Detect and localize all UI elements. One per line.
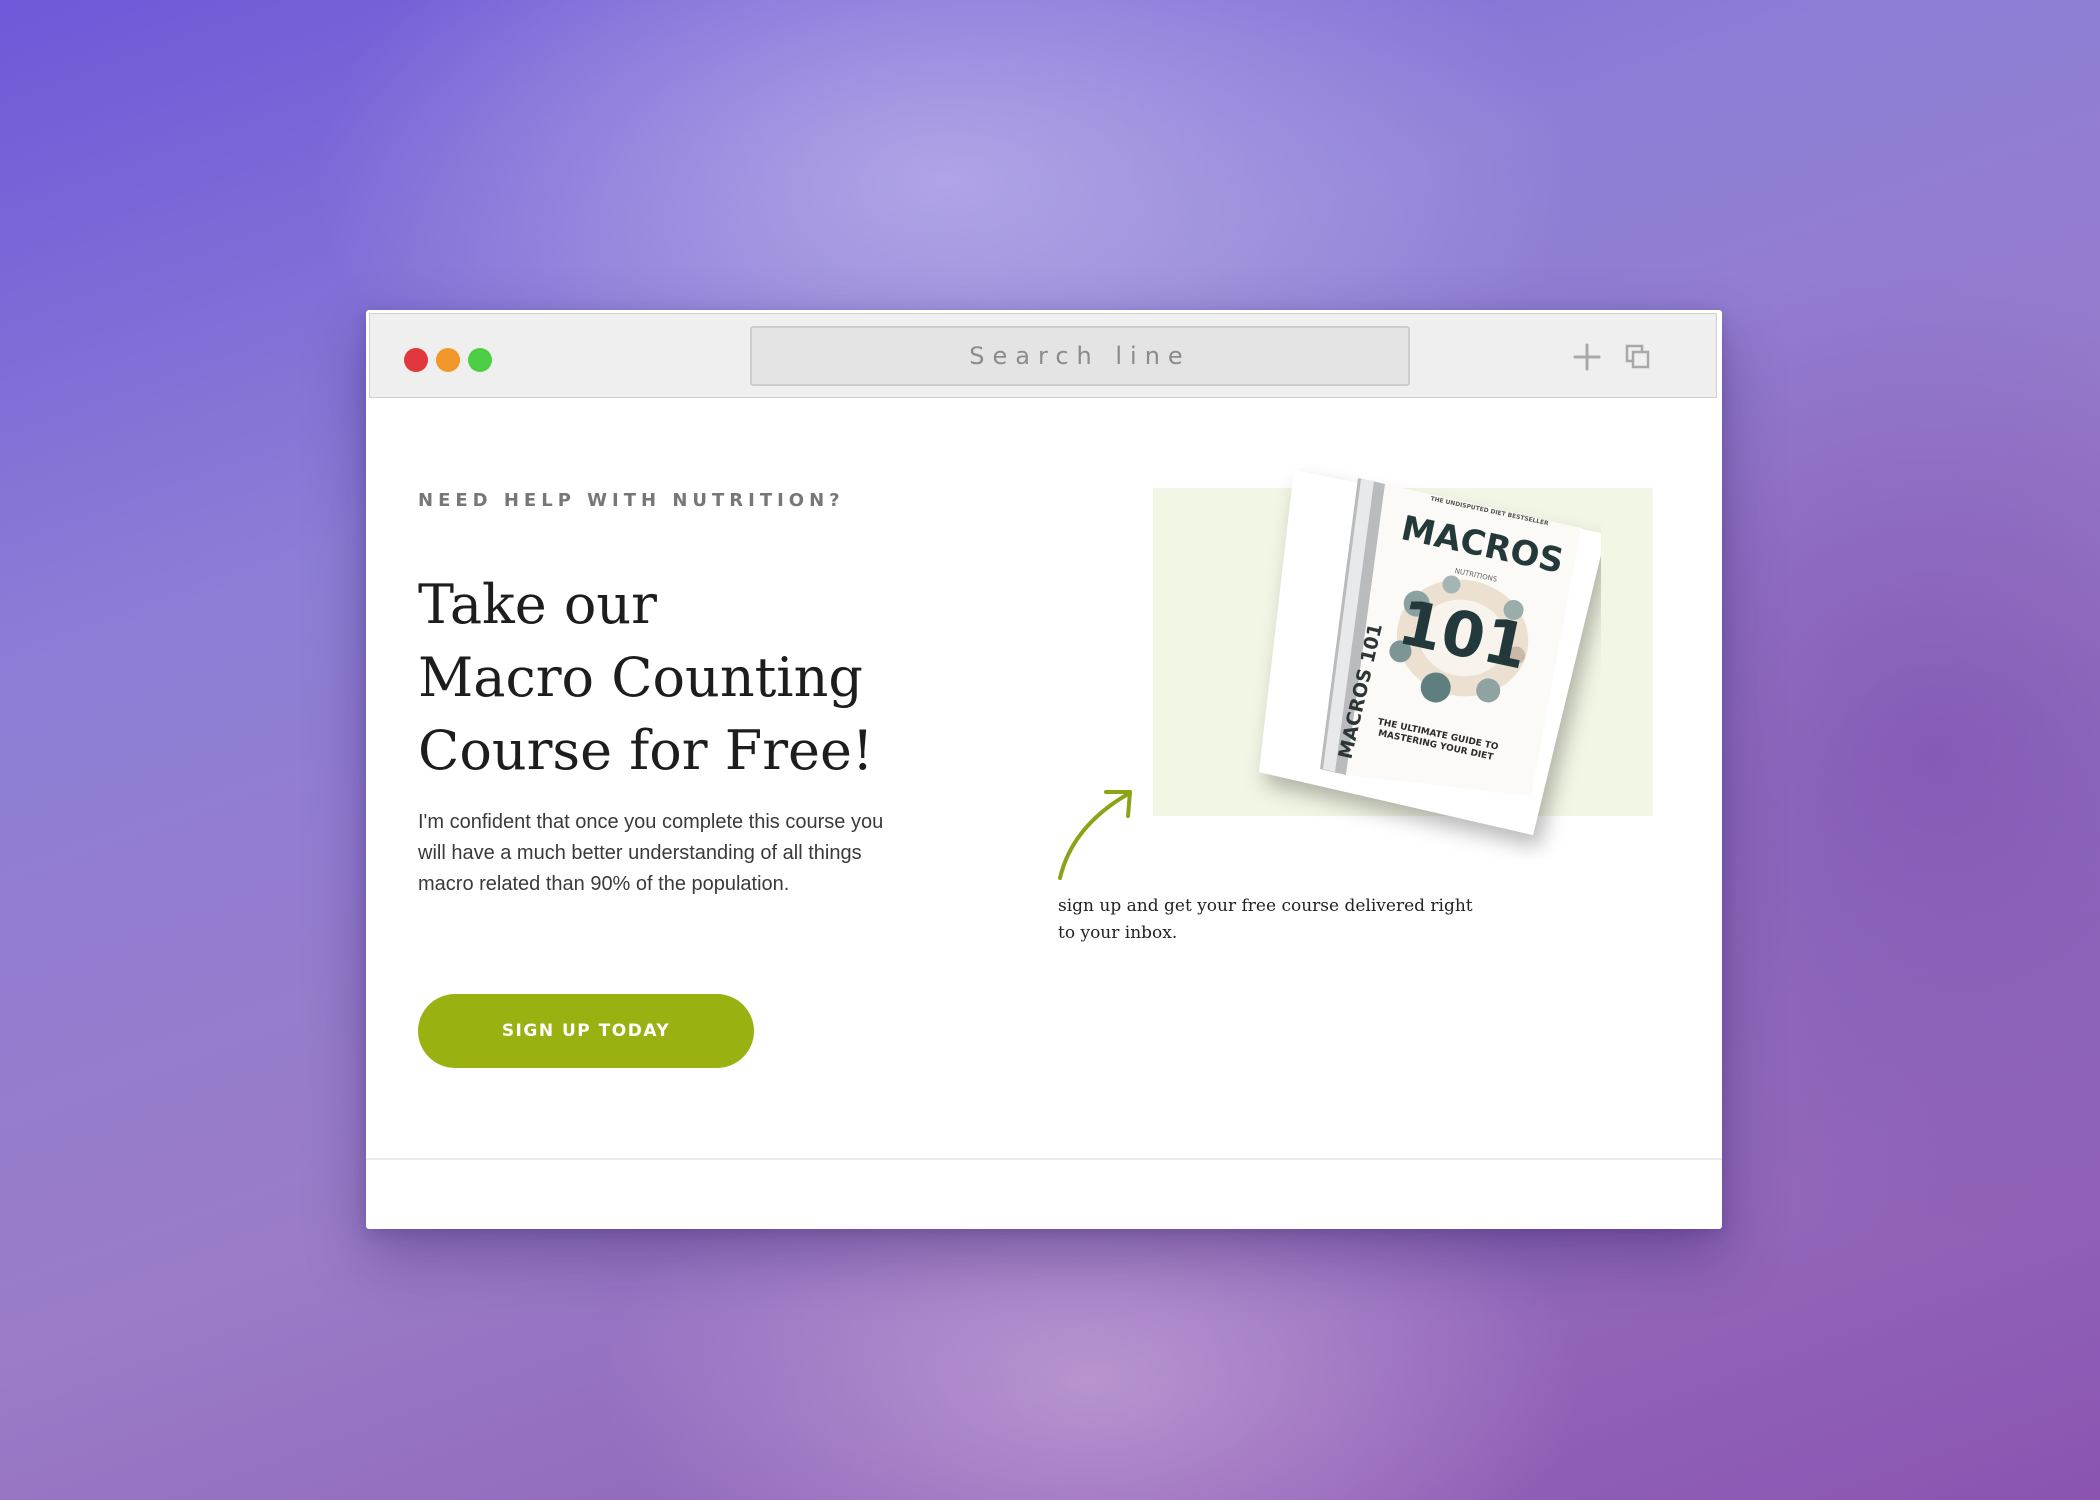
hero-description: I'm confident that once you complete thi… [418, 811, 884, 895]
headline-line: Course for Free! [418, 719, 874, 782]
headline: Take our Macro Counting Course for Free! [418, 568, 978, 787]
search-bar[interactable]: Search line [750, 326, 1410, 386]
browser-window: Search line NEED HELP WITH NUTRITION? Ta… [366, 310, 1722, 1229]
plus-icon[interactable] [1573, 343, 1601, 371]
minimize-window-button[interactable] [436, 348, 460, 372]
headline-line: Take our [418, 573, 657, 636]
close-window-button[interactable] [404, 348, 428, 372]
browser-titlebar: Search line [369, 313, 1717, 398]
macros-101-book-image: MACROS 101 THE UNDISPUTED DIET BESTSELLE… [1259, 470, 1601, 835]
sign-up-button[interactable]: SIGN UP TODAY [418, 994, 754, 1068]
section-divider [366, 1158, 1722, 1160]
maximize-window-button[interactable] [468, 348, 492, 372]
headline-line: Macro Counting [418, 646, 863, 709]
copy-icon[interactable] [1624, 343, 1652, 371]
curved-arrow-icon [1058, 790, 1132, 880]
search-bar-placeholder: Search line [969, 342, 1191, 370]
signup-note: sign up and get your free course deliver… [1058, 896, 1473, 943]
eyebrow-text: NEED HELP WITH NUTRITION? [418, 490, 845, 511]
